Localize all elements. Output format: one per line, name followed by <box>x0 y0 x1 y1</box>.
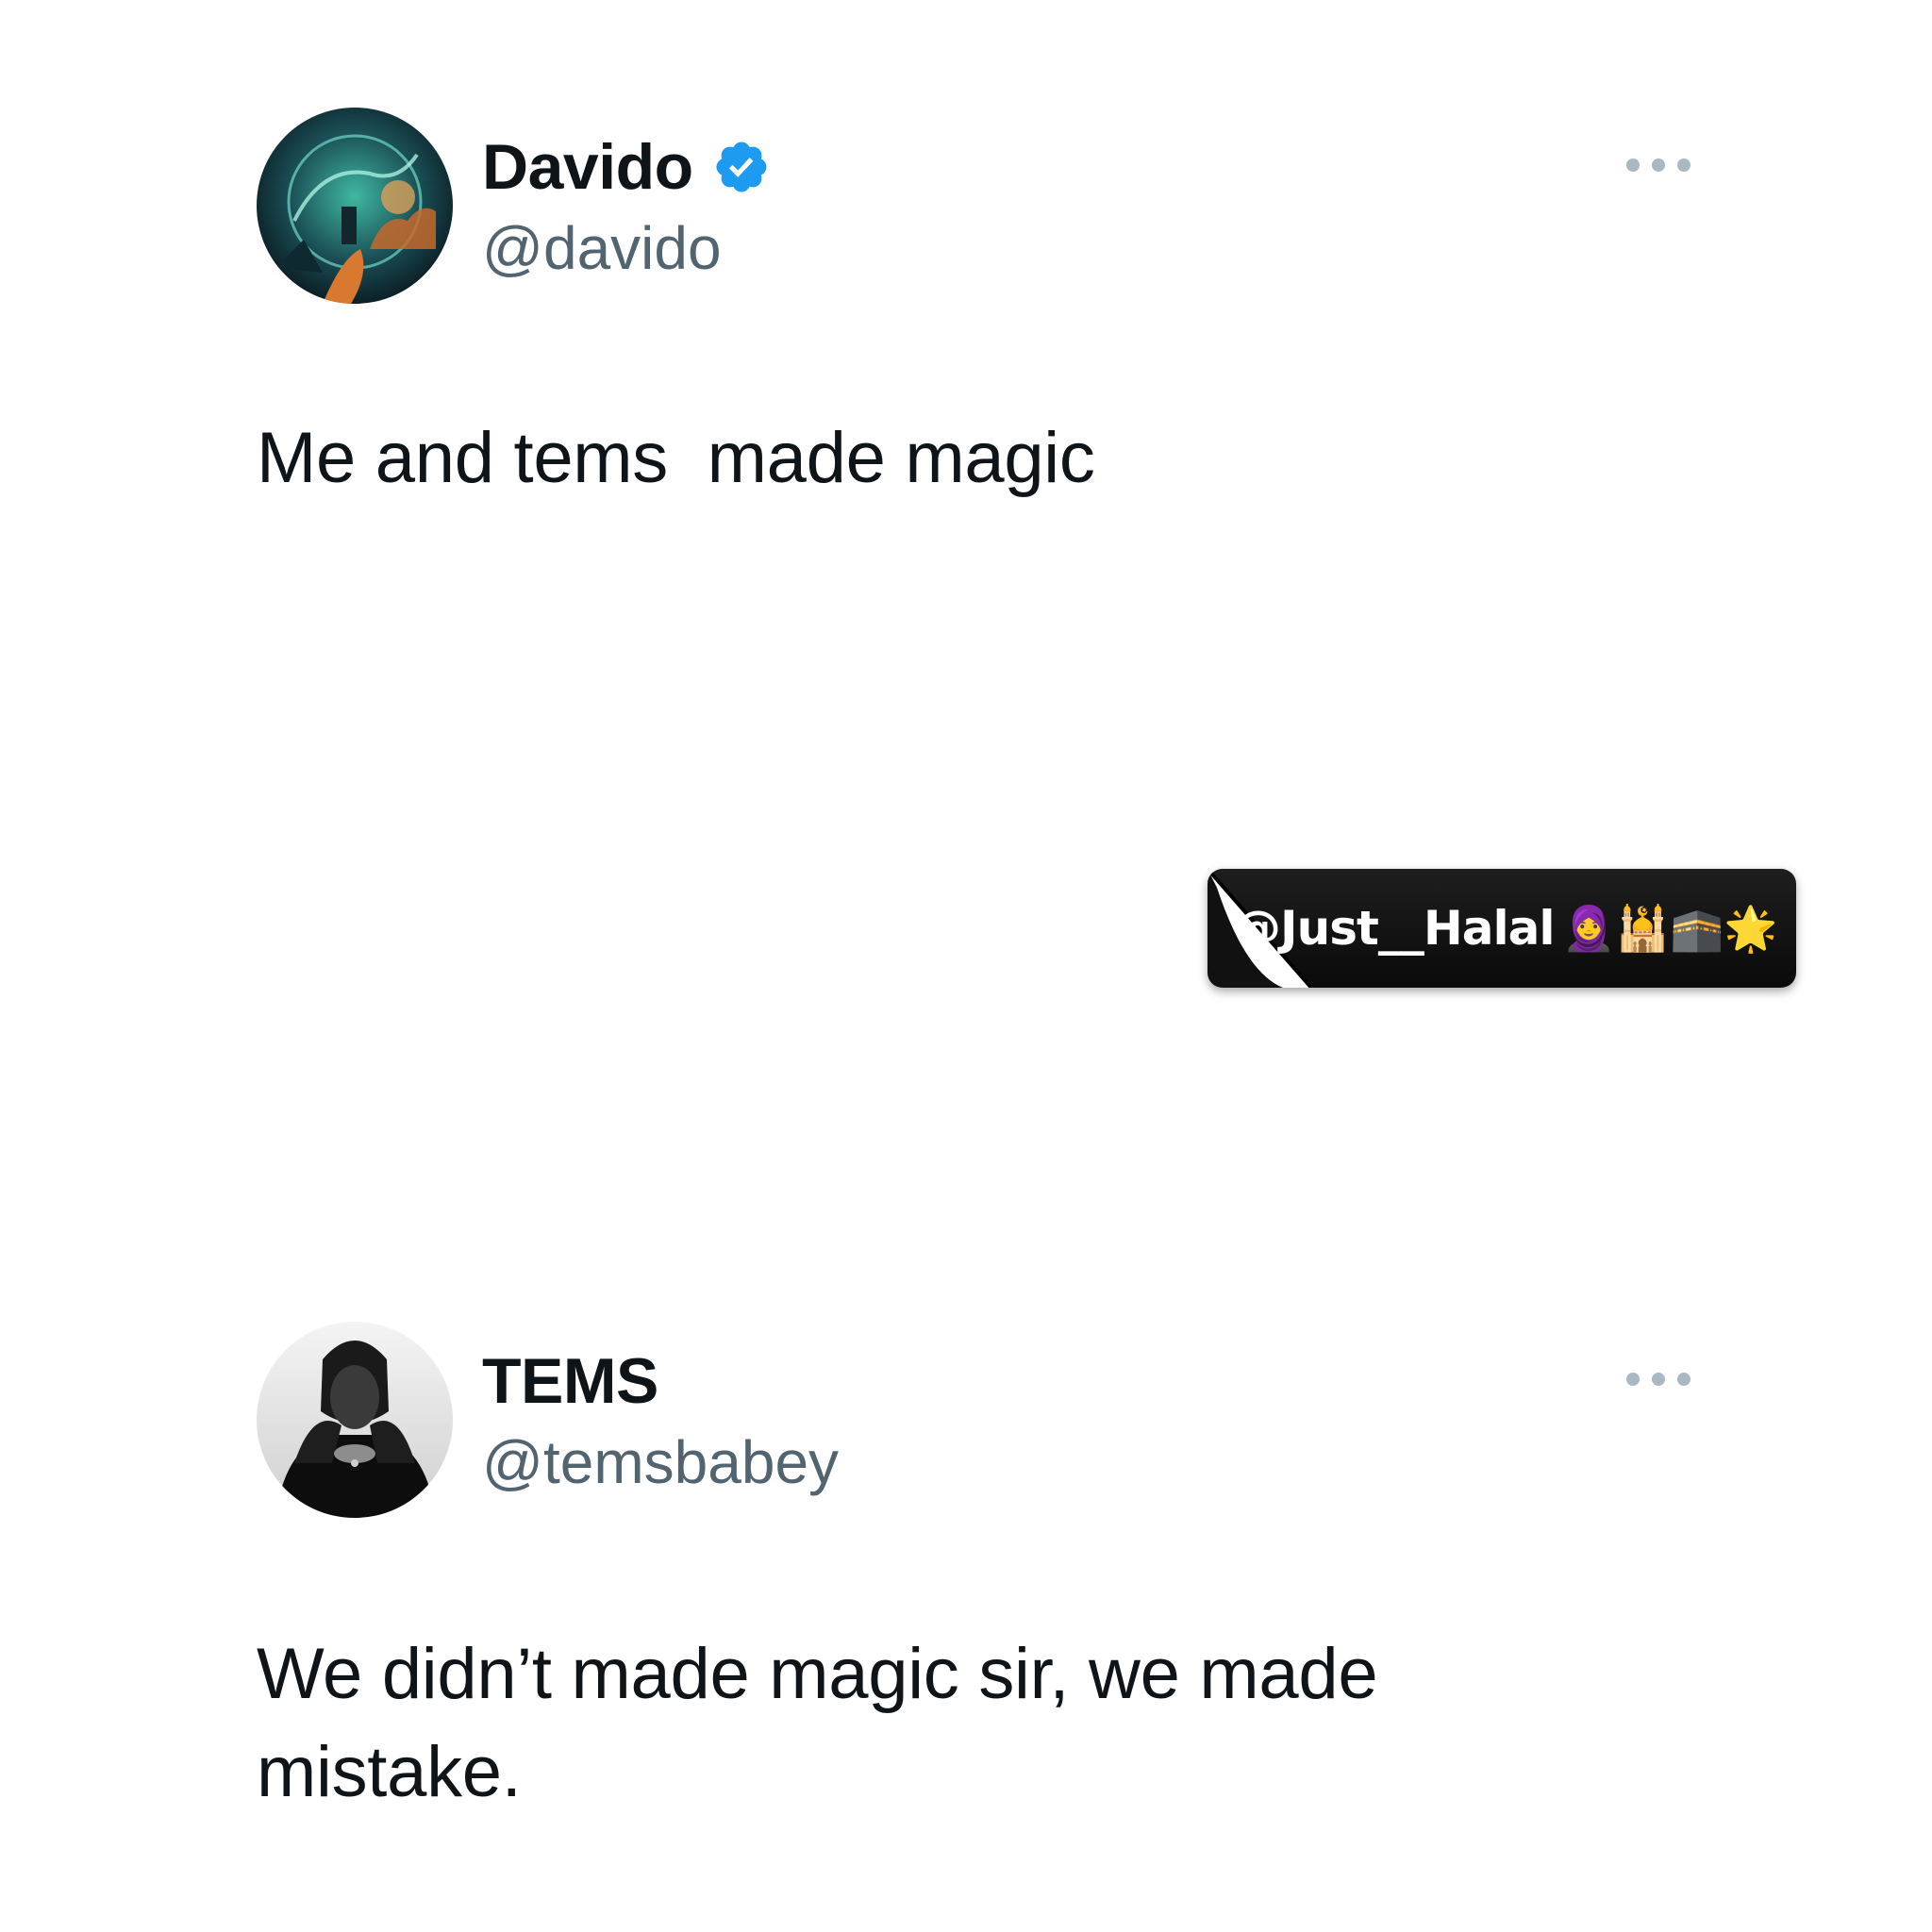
user-handle[interactable]: @temsbabey <box>482 1427 839 1497</box>
name-row: Davido <box>482 132 771 202</box>
name-row: TEMS <box>482 1346 658 1416</box>
screenshot-page: Davido @davido Me and tems made magic @J… <box>0 0 1932 1932</box>
watermark-emojis: 🧕🕌🕋🌟 <box>1561 902 1778 954</box>
portrait-avatar-icon <box>257 1322 453 1518</box>
dot <box>1652 1373 1665 1386</box>
fantasy-landscape-avatar-icon <box>257 108 453 304</box>
dot <box>1652 158 1665 172</box>
dot <box>1677 1373 1690 1386</box>
dot <box>1626 1373 1640 1386</box>
more-options-icon[interactable] <box>1626 1367 1690 1391</box>
user-handle[interactable]: @davido <box>482 213 722 283</box>
watermark-badge: @Just__Halal 🧕🕌🕋🌟 <box>1208 869 1796 988</box>
watermark-handle: @Just__Halal <box>1234 901 1555 956</box>
verified-badge-icon <box>712 138 771 196</box>
dot <box>1677 158 1690 172</box>
avatar[interactable] <box>257 1322 453 1518</box>
dot <box>1626 158 1640 172</box>
display-name[interactable]: Davido <box>482 132 693 202</box>
more-options-icon[interactable] <box>1626 153 1690 177</box>
display-name[interactable]: TEMS <box>482 1346 658 1416</box>
tweet-text: We didn’t made magic sir, we made mistak… <box>257 1634 1378 1812</box>
tweet-text: Me and tems made magic <box>257 418 1095 498</box>
avatar[interactable] <box>257 108 453 304</box>
